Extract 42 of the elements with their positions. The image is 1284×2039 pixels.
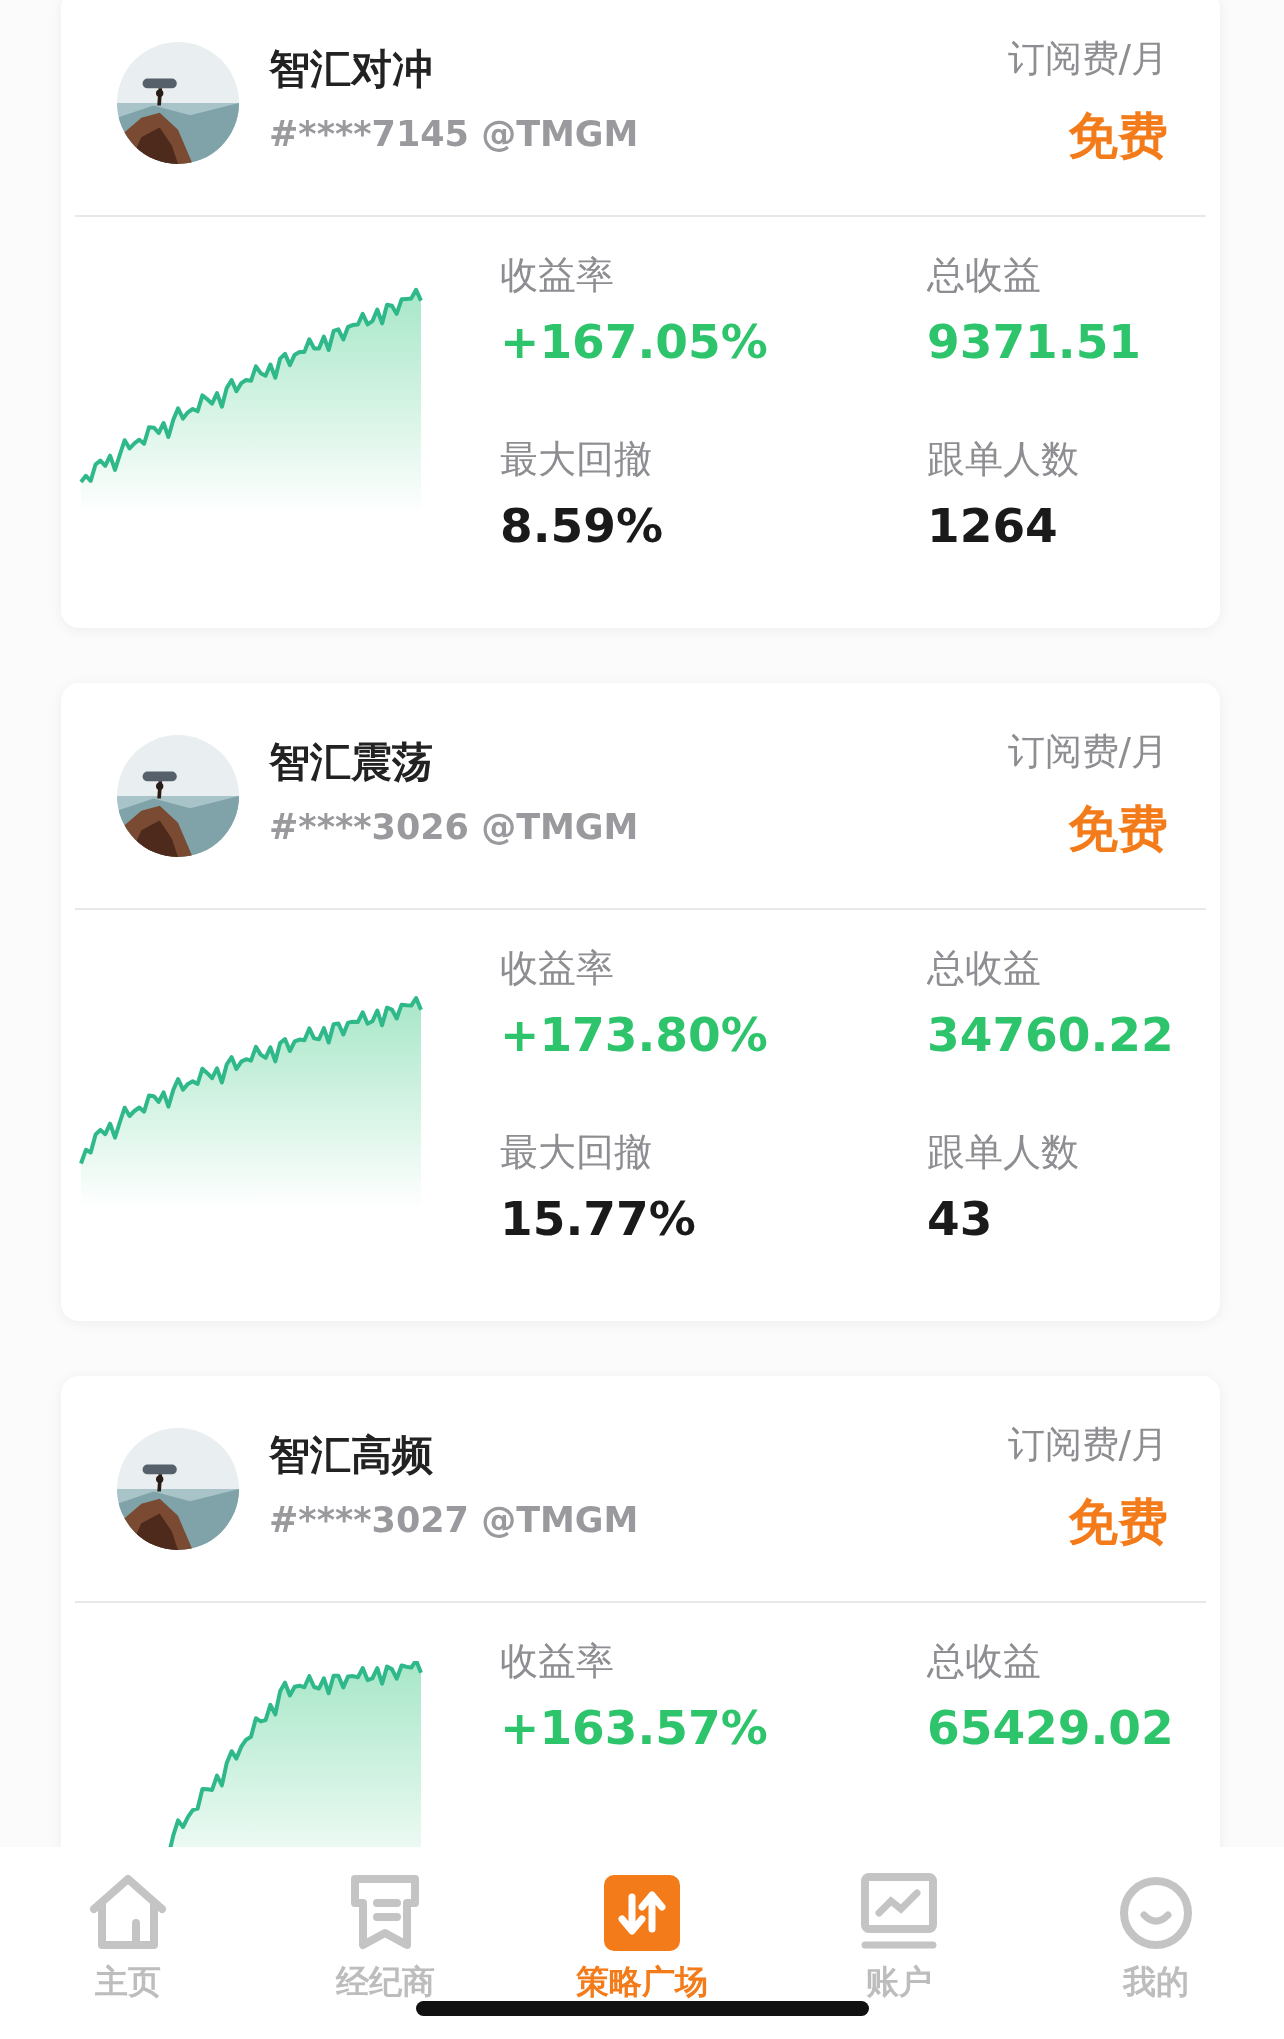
fee-label: 订阅费/月: [1007, 1422, 1168, 1469]
fee-value: 免费: [1067, 798, 1168, 860]
fee-label: 订阅费/月: [1007, 36, 1168, 83]
strategy-card[interactable]: 智汇高频 #****3027 @TMGM 订阅费/月 免费 收益率 +163.57% 总收益 65429.02: [61, 1376, 1220, 1847]
strategy-card[interactable]: 智汇震荡 #****3026 @TMGM 订阅费/月 免费 收益率 +173.80% 总收益 34760.22 最大回撤 15.77% 跟单人数 43: [61, 683, 1220, 1321]
smiley-icon: [1117, 1875, 1194, 1951]
stat-value: 34760.22: [927, 1006, 1175, 1064]
stat-label: 收益率: [500, 252, 615, 295]
stat-label: 总收益: [927, 945, 1042, 988]
fee-value: 免费: [1067, 105, 1168, 167]
stat-label: 总收益: [927, 1638, 1042, 1681]
stat-value: 15.77%: [500, 1190, 697, 1248]
stat-value: +167.05%: [500, 313, 769, 371]
stat-value: 9371.51: [927, 313, 1143, 371]
fee-label: 订阅费/月: [1007, 729, 1168, 776]
account-id: #****3026 @TMGM: [269, 805, 640, 849]
nav-tab[interactable]: 账户: [770, 1867, 1028, 2039]
stat-value: 1264: [927, 497, 1059, 555]
strategy-name: 智汇对冲: [269, 44, 434, 94]
swap-arrows-icon: [604, 1875, 680, 1951]
stat-value: 8.59%: [500, 497, 665, 555]
stat-value: +173.80%: [500, 1006, 769, 1064]
stat-label: 总收益: [927, 252, 1042, 295]
nav-tab[interactable]: 经纪商: [256, 1867, 514, 2039]
account-id: #****7145 @TMGM: [269, 112, 640, 156]
account-id: #****3027 @TMGM: [269, 1498, 640, 1542]
stat-value: 65429.02: [927, 1699, 1175, 1757]
stat-label: 最大回撤: [500, 1129, 653, 1172]
nav-tab[interactable]: 我的: [1027, 1867, 1284, 2039]
stat-label: 收益率: [500, 1638, 615, 1681]
stat-value: 43: [927, 1190, 994, 1248]
strategy-name: 智汇震荡: [269, 737, 434, 787]
stat-label: 最大回撤: [500, 436, 653, 479]
fee-value: 免费: [1067, 1491, 1168, 1553]
nav-tab[interactable]: 主页: [0, 1867, 257, 2039]
stat-value: +163.57%: [500, 1699, 769, 1757]
stat-label: 跟单人数: [927, 436, 1080, 479]
document-icon: [349, 1873, 422, 1951]
stat-label: 跟单人数: [927, 1129, 1080, 1172]
strategy-card[interactable]: 智汇对冲 #****7145 @TMGM 订阅费/月 免费 收益率 +167.05% 总收益 9371.51 最大回撤 8.59% 跟单人数 1264: [61, 0, 1220, 628]
stat-label: 收益率: [500, 945, 615, 988]
strategy-name: 智汇高频: [269, 1430, 434, 1480]
